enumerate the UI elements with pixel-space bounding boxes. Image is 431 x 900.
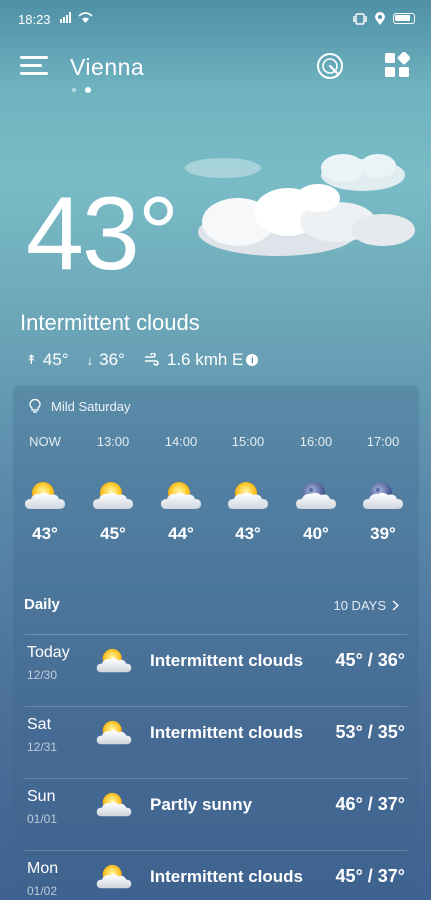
ten-days-link[interactable]: 10 DAYS: [333, 598, 399, 613]
row-divider: [25, 634, 407, 635]
hourly-item: 16:00 40°: [286, 434, 346, 544]
wifi-icon: [78, 12, 93, 23]
day-temp-range: 45° / 36°: [335, 650, 405, 670]
hour-temp: 43°: [235, 524, 261, 543]
daily-heading: Daily: [24, 596, 60, 613]
partly-sunny-icon: [159, 479, 203, 513]
city-name[interactable]: Vienna: [70, 54, 144, 81]
current-stats: ↟ 45° ↓ 36° 1.6 kmh E i: [26, 350, 259, 370]
hour-temp: 43°: [32, 524, 58, 543]
partly-sunny-icon: [95, 790, 133, 820]
day-condition: Intermittent clouds: [150, 651, 304, 670]
hour-temp: 40°: [303, 524, 329, 543]
cloudy-night-icon: [361, 479, 405, 513]
status-time: 18:23: [18, 12, 51, 27]
menu-button[interactable]: [20, 54, 48, 76]
hourly-forecast[interactable]: NOW 43° 13:00 45° 14:00 44° 15:00 43° 16…: [13, 434, 419, 554]
hour-time: 15:00: [231, 434, 265, 449]
hour-temp: 39°: [370, 524, 396, 543]
hourly-item: 15:00 43°: [218, 434, 278, 544]
high-temp: 45°: [42, 350, 69, 369]
day-date: 12/30: [27, 668, 58, 682]
partly-sunny-icon: [226, 479, 270, 513]
day-name: Today: [27, 644, 70, 661]
hour-time: 16:00: [299, 434, 333, 449]
day-name: Mon: [27, 860, 59, 877]
signal-icon: [60, 12, 71, 23]
day-date: 01/01: [27, 812, 58, 826]
day-temp-range: 46° / 37°: [335, 794, 405, 814]
page-dot: [72, 88, 76, 92]
day-date: 12/31: [27, 740, 58, 754]
status-bar: 18:23: [0, 0, 431, 40]
hour-temp: 45°: [100, 524, 126, 543]
partly-sunny-icon: [91, 479, 135, 513]
daily-row[interactable]: Today 12/30 Intermittent clouds 45° / 36…: [13, 634, 419, 706]
hour-time: NOW: [29, 434, 61, 449]
hour-time: 14:00: [164, 434, 198, 449]
daily-row[interactable]: Sun 01/01 Partly sunny 46° / 37°: [13, 778, 419, 850]
low-temp: 36°: [99, 350, 125, 369]
status-right-icons: [353, 12, 415, 25]
partly-sunny-icon: [95, 718, 133, 748]
battery-icon: [393, 13, 415, 24]
day-date: 01/02: [27, 884, 58, 898]
wind-speed: 1.6 kmh E: [166, 350, 244, 369]
radar-icon[interactable]: [316, 52, 344, 80]
low-temp-icon: ↓: [86, 352, 94, 368]
row-divider: [25, 850, 407, 851]
clouds-illustration: [185, 154, 415, 256]
high-temp-icon: ↟: [26, 352, 37, 367]
wind-icon: [144, 353, 159, 366]
hourly-item: NOW 43°: [15, 434, 75, 544]
partly-sunny-icon: [23, 479, 67, 513]
hourly-summary-text: Mild Saturday: [51, 398, 131, 414]
day-temp-range: 53° / 35°: [335, 722, 405, 742]
daily-row[interactable]: Sat 12/31 Intermittent clouds 53° / 35°: [13, 706, 419, 778]
partly-sunny-icon: [95, 646, 133, 676]
chevron-right-icon: [392, 600, 399, 611]
row-divider: [25, 778, 407, 779]
hour-time: 17:00: [366, 434, 400, 449]
page-indicator: [72, 87, 91, 93]
page-dot-active: [85, 87, 91, 93]
hourly-item: 13:00 45°: [83, 434, 143, 544]
status-left-icons: [60, 12, 93, 23]
hourly-item: 14:00 44°: [151, 434, 211, 544]
current-condition: Intermittent clouds: [20, 310, 200, 335]
lightbulb-icon: [29, 398, 41, 413]
widgets-grid-icon[interactable]: [384, 52, 410, 78]
forecast-card: Mild Saturday NOW 43° 13:00 45° 14:00 44…: [13, 386, 419, 900]
day-name: Sun: [27, 788, 56, 805]
day-temp-range: 45° / 37°: [335, 866, 405, 886]
day-name: Sat: [27, 716, 52, 733]
hour-temp: 44°: [168, 524, 194, 543]
ten-days-label: 10 DAYS: [333, 598, 386, 613]
day-condition: Intermittent clouds: [150, 867, 304, 886]
hourly-item: 17:00 39°: [353, 434, 413, 544]
top-bar: Vienna: [0, 48, 431, 93]
current-temperature: 43°: [26, 176, 179, 292]
day-condition: Partly sunny: [150, 795, 253, 814]
day-condition: Intermittent clouds: [150, 723, 304, 742]
location-icon: [375, 12, 385, 25]
hourly-summary: Mild Saturday: [27, 398, 130, 414]
row-divider: [25, 706, 407, 707]
vibrate-icon: [353, 12, 367, 25]
info-icon[interactable]: i: [246, 354, 259, 366]
partly-sunny-icon: [95, 862, 133, 892]
daily-row[interactable]: Mon 01/02 Intermittent clouds 45° / 37°: [13, 850, 419, 900]
cloudy-night-icon: [294, 479, 338, 513]
hour-time: 13:00: [96, 434, 130, 449]
